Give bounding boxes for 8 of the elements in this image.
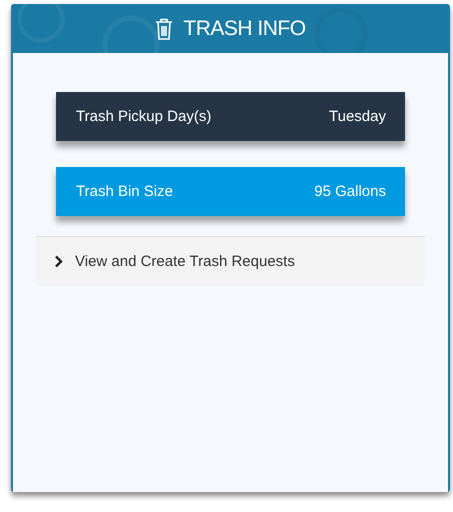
accordion-header[interactable]: View and Create Trash Requests xyxy=(36,236,425,286)
info-label: Trash Bin Size xyxy=(76,183,173,200)
chevron-icon xyxy=(54,255,63,268)
info-value: Tuesday xyxy=(329,108,386,125)
trash-icon xyxy=(155,18,174,40)
card-title: TRASH INFO xyxy=(183,16,306,40)
info-label: Trash Pickup Day(s) xyxy=(76,108,212,125)
info-value: 95 Gallons xyxy=(314,183,386,200)
